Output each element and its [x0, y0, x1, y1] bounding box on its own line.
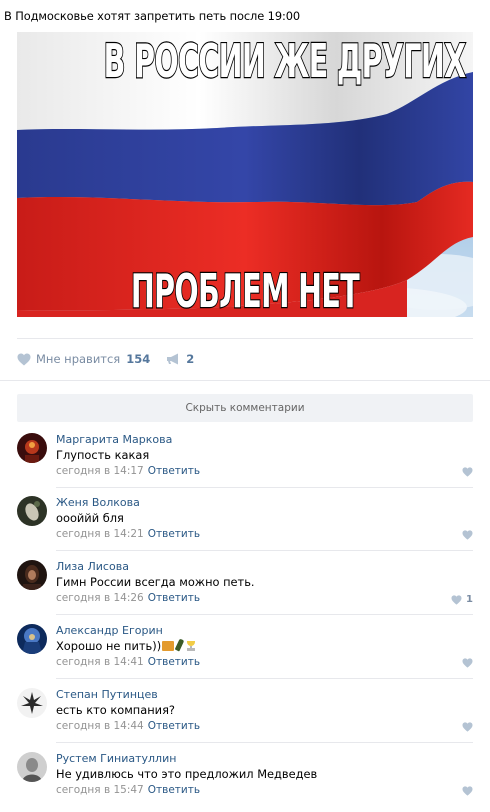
comment-divider — [56, 487, 473, 488]
comment-author[interactable]: Женя Волкова — [56, 496, 140, 509]
comment-author[interactable]: Александр Егорин — [56, 624, 163, 637]
comment-like-count: 1 — [466, 594, 473, 605]
comment-author[interactable]: Рустем Гиниатуллин — [56, 752, 176, 765]
comment-text-body: Хорошо не пить)) — [56, 639, 162, 653]
reply-link[interactable]: Ответить — [148, 720, 200, 732]
comment: Маргарита Маркова Глупость какая сегодня… — [17, 433, 473, 495]
hide-comments-button[interactable]: Скрыть комментарии — [17, 394, 473, 422]
divider — [0, 380, 490, 381]
comment-text: Не удивлюсь что это предложил Медведев — [56, 767, 318, 781]
share-button[interactable]: 2 — [166, 352, 194, 366]
comment-text: Хорошо не пить)) — [56, 638, 196, 653]
comment-divider — [56, 614, 473, 615]
meme-caption-bottom: ПРОБЛЕМ НЕТ — [130, 263, 360, 317]
comment-like-button[interactable]: 1 — [451, 594, 473, 605]
avatar[interactable] — [17, 560, 47, 590]
heart-icon — [462, 467, 473, 477]
comment-like-button[interactable] — [462, 722, 473, 732]
avatar[interactable] — [17, 433, 47, 463]
like-button[interactable]: Мне нравится 154 — [17, 352, 150, 366]
beer-mug-icon — [162, 641, 175, 651]
avatar[interactable] — [17, 752, 47, 782]
comment-like-button[interactable] — [462, 467, 473, 477]
comment-text: есть кто компания? — [56, 703, 175, 717]
comment-time[interactable]: сегодня в 14:21 — [56, 528, 144, 540]
comment-author[interactable]: Степан Путинцев — [56, 688, 158, 701]
megaphone-icon — [167, 353, 179, 365]
comment-text: оооййй бля — [56, 511, 124, 525]
comment-divider — [56, 550, 473, 551]
comment-meta: сегодня в 14:26 Ответить — [56, 592, 200, 604]
comment-time[interactable]: сегодня в 14:17 — [56, 465, 144, 477]
comment-time[interactable]: сегодня в 15:47 — [56, 784, 144, 796]
comment-like-button[interactable] — [462, 786, 473, 796]
comment-meta: сегодня в 15:47 Ответить — [56, 784, 200, 796]
comment-text: Гимн России всегда можно петь. — [56, 575, 255, 589]
post-text: В Подмосковье хотят запретить петь после… — [4, 9, 300, 23]
reply-link[interactable]: Ответить — [148, 656, 200, 668]
bottle-icon — [174, 638, 185, 652]
avatar[interactable] — [17, 624, 47, 654]
comment-meta: сегодня в 14:21 Ответить — [56, 528, 200, 540]
comment-like-button[interactable] — [462, 530, 473, 540]
comment-author[interactable]: Лиза Лисова — [56, 560, 129, 573]
comment-like-button[interactable] — [462, 658, 473, 668]
share-count: 2 — [186, 352, 195, 366]
avatar[interactable] — [17, 496, 47, 526]
comment-meta: сегодня в 14:41 Ответить — [56, 656, 200, 668]
comment: Рустем Гиниатуллин Не удивлюсь что это п… — [17, 752, 473, 812]
reply-link[interactable]: Ответить — [148, 784, 200, 796]
post-actions: Мне нравится 154 2 — [17, 350, 194, 368]
comment-time[interactable]: сегодня в 14:44 — [56, 720, 144, 732]
reply-link[interactable]: Ответить — [148, 465, 200, 477]
comment: Женя Волкова оооййй бля сегодня в 14:21 О… — [17, 496, 473, 558]
wine-glass-icon — [187, 641, 196, 651]
comment-time[interactable]: сегодня в 14:41 — [56, 656, 144, 668]
comment-text: Глупость какая — [56, 448, 150, 462]
post-image[interactable]: В РОССИИ ЖЕ ДРУГИХ ПРОБЛЕМ НЕТ — [17, 32, 473, 317]
heart-icon — [17, 353, 31, 365]
heart-icon — [462, 722, 473, 732]
comment-time[interactable]: сегодня в 14:26 — [56, 592, 144, 604]
heart-icon — [451, 594, 462, 605]
comment: Степан Путинцев есть кто компания? сегод… — [17, 688, 473, 750]
comment: Лиза Лисова Гимн России всегда можно пет… — [17, 560, 473, 622]
avatar[interactable] — [17, 688, 47, 718]
heart-icon — [462, 786, 473, 796]
heart-icon — [462, 530, 473, 540]
comment-divider — [56, 742, 473, 743]
like-label: Мне нравится — [36, 352, 121, 366]
reply-link[interactable]: Ответить — [148, 592, 200, 604]
comment-author[interactable]: Маргарита Маркова — [56, 433, 172, 446]
reply-link[interactable]: Ответить — [148, 528, 200, 540]
like-count: 154 — [126, 352, 151, 366]
meme-caption-top: В РОССИИ ЖЕ ДРУГИХ — [103, 33, 467, 89]
comment: Александр Егорин Хорошо не пить)) сегодн… — [17, 624, 473, 686]
comment-meta: сегодня в 14:44 Ответить — [56, 720, 200, 732]
heart-icon — [462, 658, 473, 668]
divider — [17, 338, 473, 339]
comment-meta: сегодня в 14:17 Ответить — [56, 465, 200, 477]
comment-divider — [56, 678, 473, 679]
